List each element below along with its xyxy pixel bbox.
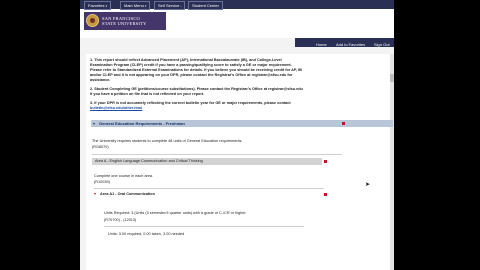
chevron-down-icon: ▾: [105, 4, 108, 8]
note1-line4: and/or CLEP and it is not appearing on y…: [90, 73, 292, 78]
add-to-favorites-link[interactable]: Add to Favorites: [336, 41, 365, 48]
ge-section-title: General Education Requirements - Freshma…: [99, 121, 185, 126]
note1-line4-text: and/or CLEP and it is not appearing on y…: [90, 73, 251, 77]
page-header: Favorites ▾ Main Menu ▾ Self Service › S…: [80, 0, 394, 47]
menu-student-center[interactable]: Student Center: [188, 1, 223, 10]
menu-favorites-label: Favorites: [88, 3, 105, 8]
menu-bar: Favorites ▾ Main Menu ▾ Self Service › S…: [80, 0, 394, 10]
standardized-exams-link[interactable]: Standardized External Examinations: [117, 68, 183, 72]
seal-icon: [86, 14, 99, 27]
note2-line1-text: 2. Student Completing GE (petitions/cour…: [90, 87, 268, 91]
note2-line2: if you have a petition on file that is n…: [90, 92, 205, 96]
not-satisfied-icon: [342, 122, 345, 125]
chevron-down-icon: ▾: [144, 4, 147, 8]
note1-line4-text-post: for: [287, 73, 293, 77]
area-a-rq-code: (R10039): [94, 180, 110, 184]
divider: [94, 188, 324, 189]
logo-line2: STATE UNIVERSITY: [102, 21, 147, 26]
letterbox-left: [0, 0, 80, 270]
area-a1-units-taken: Units: 3.00 required, 0.00 taken, 3.00 n…: [108, 232, 185, 236]
menu-main-menu[interactable]: Main Menu ▾: [120, 1, 151, 10]
scrollbar[interactable]: [390, 54, 394, 270]
scrollbar-thumb[interactable]: [390, 74, 394, 82]
note1-line3-text-post: for details. If you believe you should b…: [183, 68, 302, 72]
area-a-header[interactable]: Area A - English Language Communication …: [92, 158, 322, 165]
menu-self-service[interactable]: Self Service ›: [154, 1, 186, 10]
note1-line3-text: Please refer to: [90, 68, 117, 72]
ge-section-header[interactable]: ▾ General Education Requirements - Fresh…: [91, 120, 393, 127]
area-a-not-satisfied-icon: [324, 160, 327, 163]
menu-student-center-label: Student Center: [192, 3, 219, 8]
area-a-title: Area A - English Language Communication …: [95, 159, 203, 163]
bulletin-link[interactable]: bulletin@sfsu.edu/other.html: [90, 106, 142, 111]
area-a1-not-satisfied-icon: [324, 193, 327, 196]
collapse-arrow-icon[interactable]: ▾: [93, 120, 95, 127]
ge-requirement-text: The University requires students to comp…: [92, 139, 243, 143]
menu-favorites[interactable]: Favorites ▾: [84, 1, 112, 10]
home-link[interactable]: Home: [316, 41, 327, 48]
note1-line5: assistance.: [90, 78, 111, 82]
browser-frame: Favorites ▾ Main Menu ▾ Self Service › S…: [80, 0, 394, 270]
expand-arrow-icon[interactable]: ▾: [94, 192, 96, 197]
area-a1-title: Area A1 - Oral Communication: [100, 192, 155, 196]
chevron-right-icon: ›: [180, 4, 182, 8]
sign-out-link[interactable]: Sign Out: [374, 41, 390, 48]
logo-text: SAN FRANCISCO STATE UNIVERSITY: [102, 16, 146, 26]
ge-rg-code: (RG8070): [92, 145, 109, 149]
area-a1-line-code: (R70700) - (12013): [104, 218, 137, 222]
divider: [92, 154, 342, 155]
registrar-email-link-2[interactable]: registrar@sfsu.edu: [268, 87, 303, 91]
area-a1-units-line: Units Required: 3 (Units (3 semester/4 q…: [104, 211, 247, 215]
registrar-email-link[interactable]: registrar@sfsu.edu: [252, 73, 287, 77]
area-a-complete-text: Complete one course in each area.: [94, 174, 154, 178]
menu-main-menu-label: Main Menu: [124, 3, 144, 8]
letterbox-right: [394, 0, 480, 270]
menu-self-service-label: Self Service: [158, 3, 180, 8]
mouse-cursor-icon: ➤: [365, 182, 371, 188]
university-logo: SAN FRANCISCO STATE UNIVERSITY: [84, 12, 166, 30]
divider: [104, 226, 304, 227]
